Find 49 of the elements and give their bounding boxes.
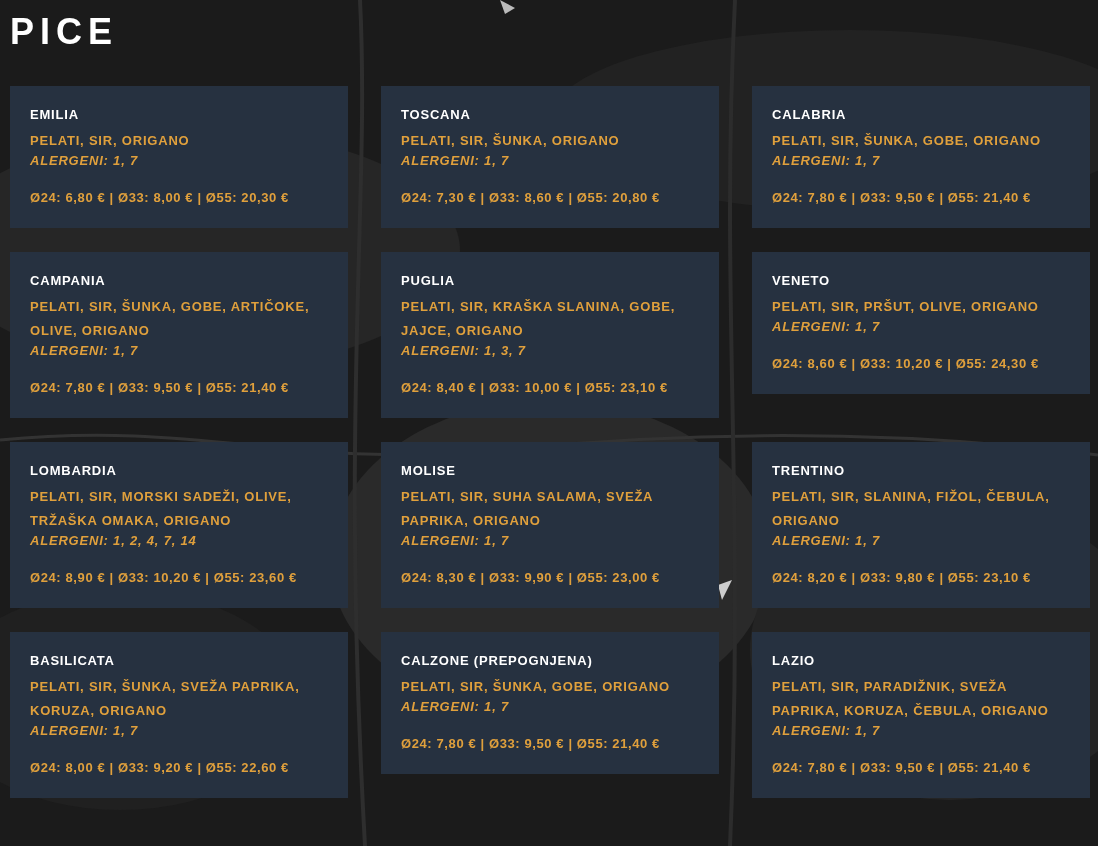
ingredients-text: PELATI, SIR, ŠUNKA, GOBE, ORIGANO — [772, 132, 1042, 150]
allergens-text: ALERGENI: 1, 3, 7 — [401, 343, 527, 359]
pizza-name: MOLISE — [401, 463, 457, 479]
ingredients-text: PELATI, SIR, ŠUNKA, ORIGANO — [401, 132, 621, 150]
pizza-name: PUGLIA — [401, 273, 456, 289]
allergens-text: ALERGENI: 1, 7 — [772, 153, 881, 169]
pizza-name: LOMBARDIA — [30, 463, 118, 479]
allergens-text: ALERGENI: 1, 7 — [30, 723, 139, 739]
prices-text: Ø24: 8,60 € | Ø33: 10,20 € | Ø55: 24,30 € — [772, 356, 1040, 372]
ingredients-text: PELATI, SIR, ŠUNKA, GOBE, ORIGANO — [401, 678, 671, 696]
prices-text: Ø24: 8,40 € | Ø33: 10,00 € | Ø55: 23,10 € — [401, 380, 669, 396]
prices-text: Ø24: 7,80 € | Ø33: 9,50 € | Ø55: 21,40 € — [772, 190, 1032, 206]
ingredients-text: PELATI, SIR, ORIGANO — [30, 132, 191, 150]
prices-text: Ø24: 8,00 € | Ø33: 9,20 € | Ø55: 22,60 € — [30, 760, 290, 776]
page-title: PICE — [10, 12, 120, 52]
prices-text: Ø24: 8,20 € | Ø33: 9,80 € | Ø55: 23,10 € — [772, 570, 1032, 586]
pizza-name: VENETO — [772, 273, 832, 289]
prices-text: Ø24: 7,80 € | Ø33: 9,50 € | Ø55: 21,40 € — [772, 760, 1032, 776]
ingredients-text: PELATI, SIR, ŠUNKA, GOBE, ARTIČOKE, OLIVE, ORIGANO — [30, 298, 311, 340]
prices-text: Ø24: 8,30 € | Ø33: 9,90 € | Ø55: 23,00 € — [401, 570, 661, 586]
allergens-text: ALERGENI: 1, 7 — [772, 319, 881, 335]
prices-text: Ø24: 8,90 € | Ø33: 10,20 € | Ø55: 23,60 € — [30, 570, 298, 586]
allergens-text: ALERGENI: 1, 7 — [401, 699, 510, 715]
allergens-text: ALERGENI: 1, 7 — [30, 153, 139, 169]
prices-text: Ø24: 7,30 € | Ø33: 8,60 € | Ø55: 20,80 € — [401, 190, 661, 206]
allergens-text: ALERGENI: 1, 7 — [401, 153, 510, 169]
pizza-name: TRENTINO — [772, 463, 846, 479]
allergens-text: ALERGENI: 1, 7 — [30, 343, 139, 359]
prices-text: Ø24: 7,80 € | Ø33: 9,50 € | Ø55: 21,40 € — [30, 380, 290, 396]
ingredients-text: PELATI, SIR, SUHA SALAMA, SVEŽA PAPRIKA, ORIGANO — [401, 488, 654, 530]
pizza-name: BASILICATA — [30, 653, 116, 669]
allergens-text: ALERGENI: 1, 7 — [772, 533, 881, 549]
allergens-text: ALERGENI: 1, 7 — [401, 533, 510, 549]
ingredients-text: PELATI, SIR, KRAŠKA SLANINA, GOBE, JAJCE, ORIGANO — [401, 298, 677, 340]
prices-text: Ø24: 6,80 € | Ø33: 8,00 € | Ø55: 20,30 € — [30, 190, 290, 206]
ingredients-text: PELATI, SIR, PRŠUT, OLIVE, ORIGANO — [772, 298, 1040, 316]
allergens-text: ALERGENI: 1, 2, 4, 7, 14 — [30, 533, 198, 549]
pizza-name: CALZONE (PREPOGNJENA) — [401, 653, 594, 669]
pizza-name: CAMPANIA — [30, 273, 107, 289]
ingredients-text: PELATI, SIR, MORSKI SADEŽI, OLIVE, TRŽAŠKA OMAKA, ORIGANO — [30, 488, 293, 530]
allergens-text: ALERGENI: 1, 7 — [772, 723, 881, 739]
pizza-name: CALABRIA — [772, 107, 848, 123]
pizza-name: TOSCANA — [401, 107, 472, 123]
pizza-name: EMILIA — [30, 107, 80, 123]
pizza-name: LAZIO — [772, 653, 816, 669]
prices-text: Ø24: 7,80 € | Ø33: 9,50 € | Ø55: 21,40 € — [401, 736, 661, 752]
ingredients-text: PELATI, SIR, ŠUNKA, SVEŽA PAPRIKA, KORUZA, ORIGANO — [30, 678, 301, 720]
ingredients-text: PELATI, SIR, SLANINA, FIŽOL, ČEBULA, ORIGANO — [772, 488, 1051, 530]
ingredients-text: PELATI, SIR, PARADIŽNIK, SVEŽA PAPRIKA, KORUZA, ČEBULA, ORIGANO — [772, 678, 1050, 720]
